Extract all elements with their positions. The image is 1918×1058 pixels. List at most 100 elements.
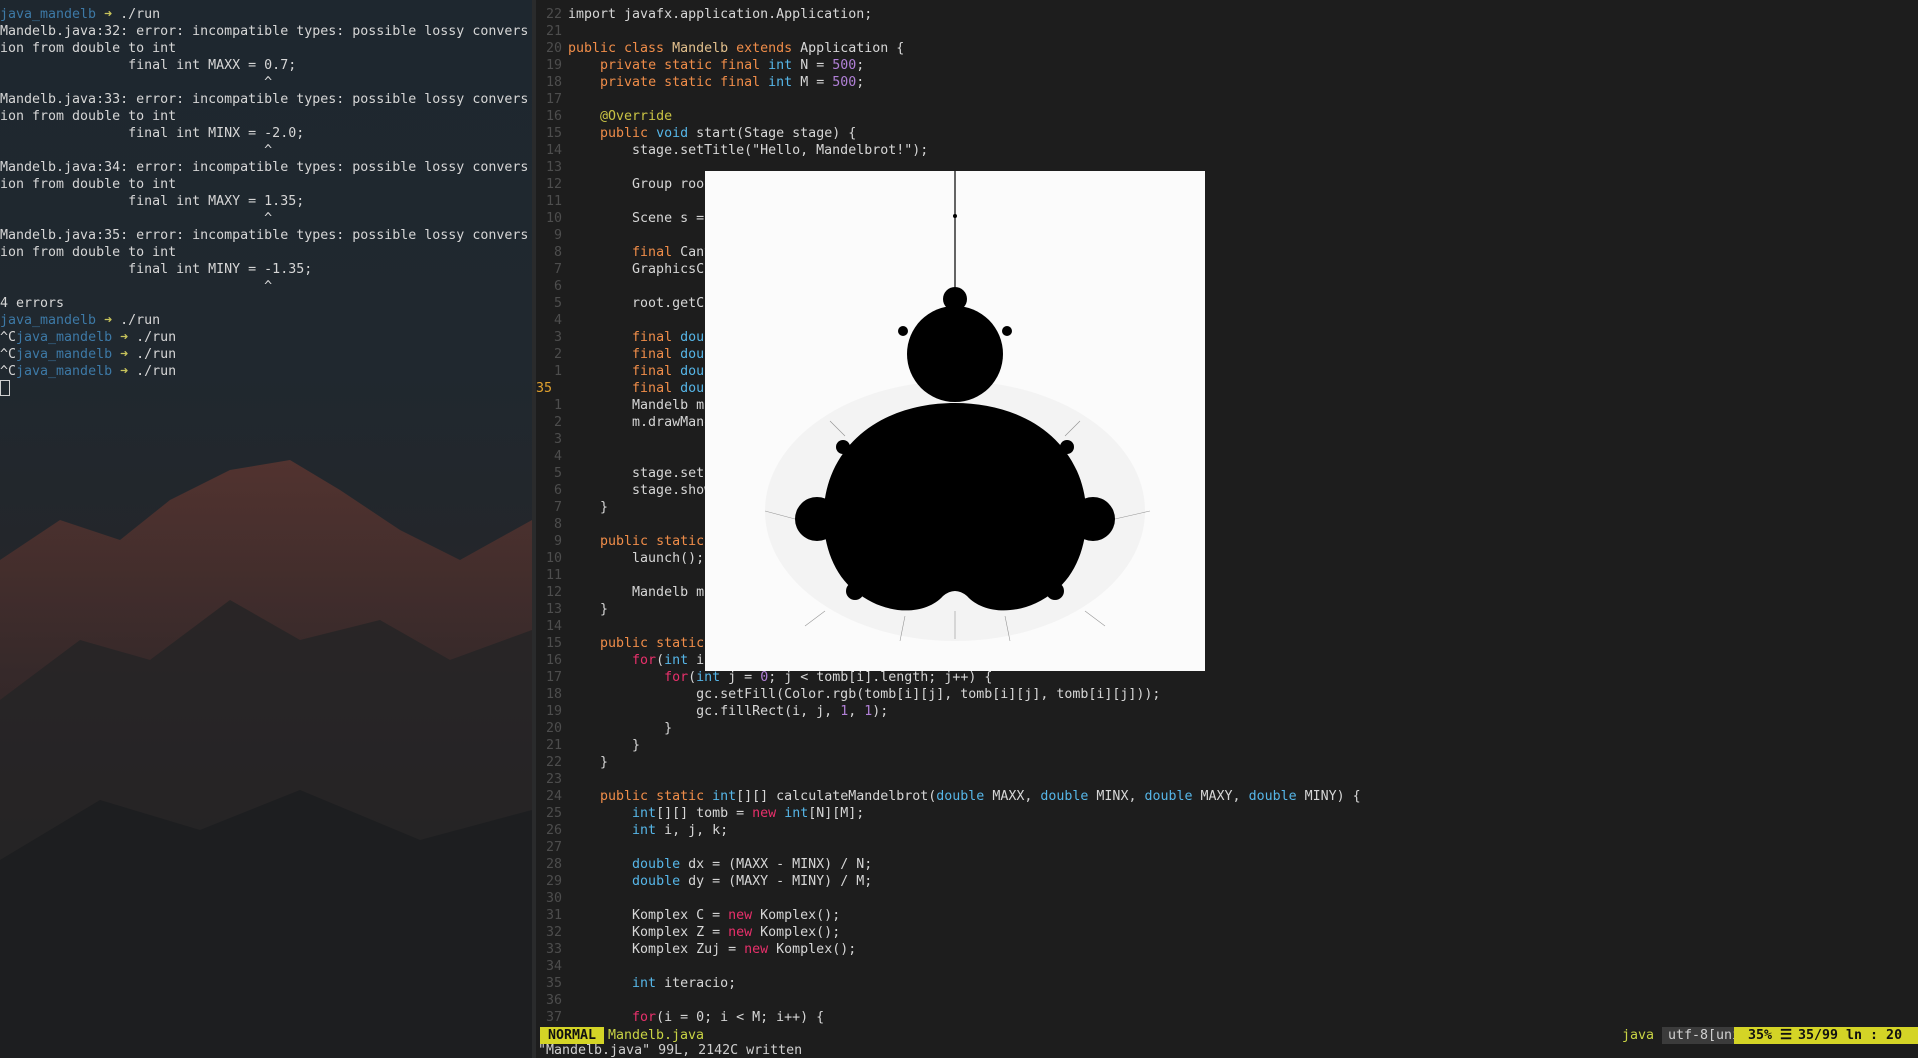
code-line[interactable]: 18 private static final int M = 500; bbox=[536, 74, 1918, 91]
code-text: Komplex Z = new Komplex(); bbox=[568, 924, 840, 941]
terminal-text: ^ bbox=[0, 75, 273, 90]
command-line[interactable]: "Mandelb.java" 99L, 2142C written bbox=[536, 1044, 1918, 1058]
code-text: double dy = (MAXY - MINY) / M; bbox=[568, 873, 872, 890]
code-text: @Override bbox=[568, 108, 672, 125]
code-line[interactable]: 37 for(i = 0; i < M; i++) { bbox=[536, 1009, 1918, 1026]
line-number: 15 bbox=[545, 636, 562, 651]
mode-indicator: NORMAL bbox=[540, 1027, 605, 1044]
code-line[interactable]: 21 bbox=[536, 23, 1918, 40]
terminal-line: Mandelb.java:35: error: incompatible typ… bbox=[0, 227, 532, 244]
code-line[interactable]: 25 int[][] tomb = new int[N][M]; bbox=[536, 805, 1918, 822]
code-line[interactable]: 32 Komplex Z = new Komplex(); bbox=[536, 924, 1918, 941]
code-line[interactable]: 36 bbox=[536, 992, 1918, 1009]
terminal-text: final int MINY = -1.35; bbox=[0, 262, 313, 277]
line-number: 16 bbox=[545, 109, 562, 124]
code-token: 0 bbox=[760, 670, 769, 685]
code-line[interactable]: 19 private static final int N = 500; bbox=[536, 57, 1918, 74]
terminal-line: ion from double to int bbox=[0, 40, 532, 57]
code-text: Komplex C = new Komplex(); bbox=[568, 907, 840, 924]
code-text: public class Mandelb extends Application… bbox=[568, 40, 904, 57]
terminal-line: ^Cjava_mandelb ➜ ./run bbox=[0, 363, 532, 380]
prompt-arrow-icon: ➜ bbox=[96, 313, 121, 328]
line-number: 6 bbox=[553, 483, 562, 498]
mandelbrot-window[interactable] bbox=[705, 171, 1205, 671]
terminal-line: final int MAXX = 0.7; bbox=[0, 57, 532, 74]
code-line[interactable]: 17 for(int j = 0; j < tomb[i].length; j+… bbox=[536, 669, 1918, 686]
terminal-text: Mandelb.java:35: error: incompatible typ… bbox=[0, 228, 529, 243]
code-line[interactable]: 33 Komplex Zuj = new Komplex(); bbox=[536, 941, 1918, 958]
code-line[interactable]: 18 gc.setFill(Color.rgb(tomb[i][j], tomb… bbox=[536, 686, 1918, 703]
code-token: double bbox=[1144, 789, 1201, 804]
code-text: } bbox=[568, 720, 672, 737]
line-number: 15 bbox=[545, 126, 562, 141]
code-token: MAXY, bbox=[1200, 789, 1249, 804]
code-text: gc.fillRect(i, j, 1, 1); bbox=[568, 703, 888, 720]
terminal-text: ^ bbox=[0, 211, 273, 226]
prompt-arrow-icon: ➜ bbox=[112, 330, 137, 345]
code-line[interactable]: 24 public static int[][] calculateMandel… bbox=[536, 788, 1918, 805]
line-number: 35 bbox=[536, 381, 553, 396]
code-line[interactable]: 21 } bbox=[536, 737, 1918, 754]
code-token: public static bbox=[600, 789, 713, 804]
code-line[interactable]: 15 public void start(Stage stage) { bbox=[536, 125, 1918, 142]
code-token: public bbox=[600, 126, 657, 141]
code-line[interactable]: 28 double dx = (MAXX - MINX) / N; bbox=[536, 856, 1918, 873]
code-token: iteracio; bbox=[664, 976, 737, 991]
terminal-pane[interactable]: java_mandelb ➜ ./run Mandelb.java:32: err… bbox=[0, 0, 532, 1058]
terminal-line: java_mandelb ➜ ./run bbox=[0, 6, 532, 23]
code-token: Komplex Zuj = bbox=[568, 942, 745, 957]
terminal-text: final int MAXY = 1.35; bbox=[0, 194, 305, 209]
code-token: } bbox=[568, 500, 609, 515]
line-number: 35 bbox=[545, 976, 562, 991]
code-line[interactable]: 30 bbox=[536, 890, 1918, 907]
line-number: 21 bbox=[545, 24, 562, 39]
code-line[interactable]: 20 public class Mandelb extends Applicati… bbox=[536, 40, 1918, 57]
code-line[interactable]: 35 int iteracio; bbox=[536, 975, 1918, 992]
code-token: N = bbox=[800, 58, 833, 73]
code-token: stage.setTitle("Hello, Mandelbrot!"); bbox=[568, 143, 929, 158]
code-token: ; bbox=[856, 75, 865, 90]
code-text: for(i = 0; i < M; i++) { bbox=[568, 1009, 824, 1026]
code-line[interactable]: 22 import javafx.application.Application; bbox=[536, 6, 1918, 23]
code-token: double bbox=[1040, 789, 1097, 804]
prompt-directory: java_mandelb bbox=[0, 313, 97, 328]
line-number: 21 bbox=[545, 738, 562, 753]
line-number: 24 bbox=[545, 789, 562, 804]
code-line[interactable]: 14 stage.setTitle("Hello, Mandelbrot!"); bbox=[536, 142, 1918, 159]
code-line[interactable]: 16 @Override bbox=[536, 108, 1918, 125]
code-line[interactable]: 29 double dy = (MAXY - MINY) / M; bbox=[536, 873, 1918, 890]
prompt-directory: java_mandelb bbox=[16, 364, 113, 379]
code-line[interactable]: 23 bbox=[536, 771, 1918, 788]
line-number: 11 bbox=[545, 568, 562, 583]
code-text: stage.setTitle("Hello, Mandelbrot!"); bbox=[568, 142, 928, 159]
line-number: 9 bbox=[553, 228, 562, 243]
terminal-prompt-line[interactable] bbox=[0, 380, 532, 397]
line-number: 12 bbox=[545, 585, 562, 600]
code-token: } bbox=[568, 738, 641, 753]
line-number: 20 bbox=[545, 41, 562, 56]
terminal-text: ^C bbox=[0, 330, 17, 345]
mandelbrot-canvas bbox=[705, 171, 1205, 671]
code-line[interactable]: 31 Komplex C = new Komplex(); bbox=[536, 907, 1918, 924]
code-line[interactable]: 17 bbox=[536, 91, 1918, 108]
code-token: new bbox=[744, 942, 777, 957]
code-line[interactable]: 22 } bbox=[536, 754, 1918, 771]
code-line[interactable]: 26 int i, j, k; bbox=[536, 822, 1918, 839]
code-token: final bbox=[632, 245, 681, 260]
code-token: ; j < tomb[i].length; j++) { bbox=[768, 670, 993, 685]
code-text: gc.setFill(Color.rgb(tomb[i][j], tomb[i]… bbox=[568, 686, 1160, 703]
code-line[interactable]: 19 gc.fillRect(i, j, 1, 1); bbox=[536, 703, 1918, 720]
code-line[interactable]: 34 bbox=[536, 958, 1918, 975]
line-number: 8 bbox=[553, 245, 562, 260]
code-line[interactable]: 20 } bbox=[536, 720, 1918, 737]
code-token: gc.setFill(Color.rgb(tomb[i][j], tomb[i]… bbox=[568, 687, 1161, 702]
code-line[interactable]: 27 bbox=[536, 839, 1918, 856]
terminal-text: final int MAXX = 0.7; bbox=[0, 58, 297, 73]
terminal-text: ion from double to int bbox=[0, 245, 177, 260]
code-token: Mandelb bbox=[672, 41, 737, 56]
